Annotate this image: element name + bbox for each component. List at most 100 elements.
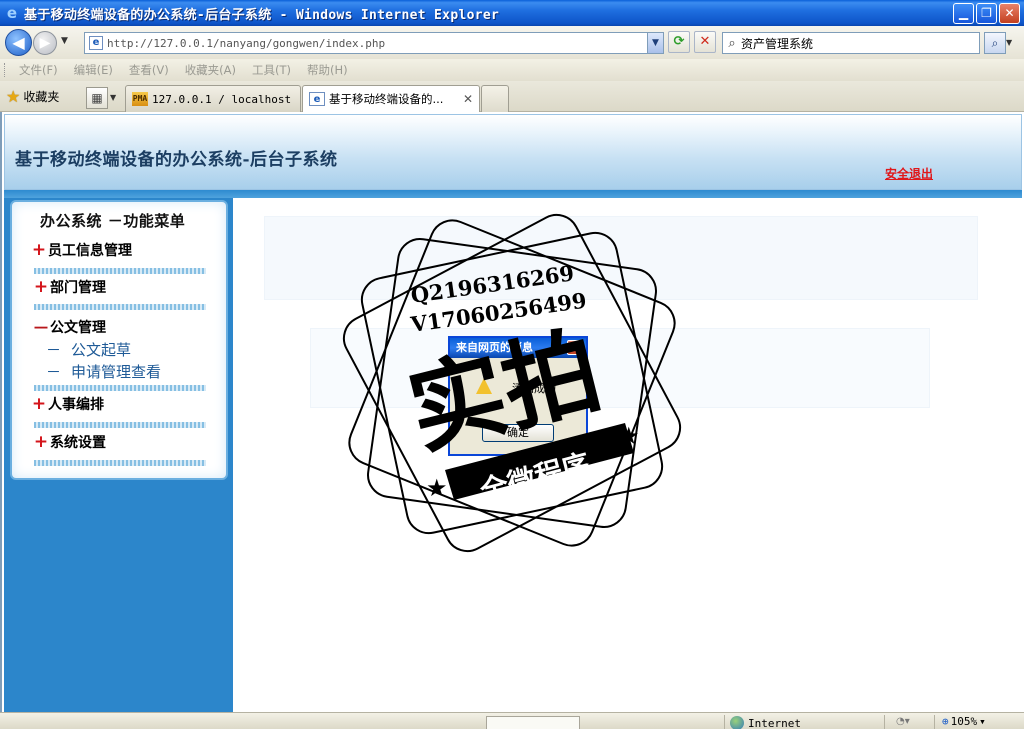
- close-tab-icon[interactable]: ✕: [463, 92, 473, 106]
- dialog-close-button[interactable]: ✕: [567, 340, 583, 355]
- menu-bar: 文件(F) 编辑(E) 查看(V) 收藏夹(A) 工具(T) 帮助(H): [0, 59, 1024, 81]
- search-input[interactable]: [741, 36, 979, 50]
- star-icon: ★: [6, 87, 21, 106]
- search-box[interactable]: ⌕: [722, 32, 980, 54]
- menu-item-label: 人事编排: [48, 397, 104, 413]
- tab-office-system[interactable]: e 基于移动终端设备的... ✕: [302, 85, 480, 112]
- tab-list-dropdown-icon[interactable]: ▼: [110, 87, 122, 109]
- warning-icon: [476, 378, 492, 394]
- plus-icon: +: [33, 432, 49, 452]
- quick-tabs-button[interactable]: ▦: [86, 87, 108, 109]
- page-icon: e: [89, 36, 103, 50]
- security-zone[interactable]: Internet: [730, 716, 801, 729]
- zoom-level: 105%: [950, 715, 978, 728]
- tab-phpmyadmin[interactable]: PMA 127.0.0.1 / localhost ...: [125, 85, 301, 112]
- minus-icon: －: [32, 319, 50, 339]
- favorites-label: 收藏夹: [23, 90, 60, 104]
- page-icon: e: [309, 92, 325, 106]
- status-separator: [724, 715, 725, 729]
- submenu-label: 申请管理查看: [71, 363, 162, 381]
- menu-tools[interactable]: 工具(T): [252, 62, 291, 78]
- menu-item-settings[interactable]: + 系统设置: [32, 432, 106, 452]
- forward-button[interactable]: ▶: [33, 31, 57, 55]
- menu-item-employee[interactable]: + 员工信息管理: [30, 240, 132, 260]
- favorites-button[interactable]: ★ 收藏夹: [6, 87, 59, 106]
- content-form-area: [310, 328, 930, 408]
- tab-bar: ★ 收藏夹 ▦ ▼ PMA 127.0.0.1 / localhost ... …: [0, 81, 1024, 112]
- globe-icon: [730, 716, 744, 729]
- function-menu: 办公系统 －功能菜单 + 员工信息管理 + 部门管理 － 公文管理 －公文起草 …: [10, 200, 228, 480]
- sidebar: 办公系统 －功能菜单 + 员工信息管理 + 部门管理 － 公文管理 －公文起草 …: [4, 198, 233, 712]
- refresh-button[interactable]: ⟳: [668, 31, 690, 53]
- window-title-bar: e 基于移动终端设备的办公系统-后台子系统 - Windows Internet…: [0, 0, 1024, 26]
- search-button[interactable]: ⌕: [984, 32, 1006, 54]
- dash-icon: －: [46, 341, 62, 359]
- zoom-control[interactable]: ⊕ 105% ▾: [942, 715, 986, 728]
- menu-divider: [34, 268, 206, 274]
- menu-view[interactable]: 查看(V): [129, 62, 169, 78]
- dialog-title: 来自网页的消息 ✕: [450, 338, 586, 358]
- history-dropdown-icon[interactable]: ▼: [61, 36, 68, 46]
- menu-edit[interactable]: 编辑(E): [74, 62, 113, 78]
- window-title: 基于移动终端设备的办公系统-后台子系统 - Windows Internet E…: [24, 7, 500, 23]
- search-options-icon[interactable]: ▼: [1006, 32, 1018, 54]
- menu-divider: [34, 304, 206, 310]
- navigation-bar: ◀ ▶ ▼ e ▼ ⟳ ✕ ⌕ ⌕ ▼: [0, 26, 1024, 59]
- address-dropdown-icon[interactable]: ▼: [647, 33, 663, 53]
- menu-item-document[interactable]: － 公文管理: [32, 314, 107, 339]
- plus-icon: +: [31, 394, 47, 414]
- dialog-ok-button[interactable]: 确定: [482, 424, 554, 442]
- header-band: [4, 190, 1022, 198]
- tab-label: 127.0.0.1 / localhost ...: [152, 92, 300, 106]
- menu-divider: [34, 422, 206, 428]
- menu-file[interactable]: 文件(F): [19, 62, 58, 78]
- dialog-message: 添加成功: [512, 382, 556, 395]
- menu-help[interactable]: 帮助(H): [307, 62, 348, 78]
- page-viewport: 基于移动终端设备的办公系统-后台子系统 安全退出 办公系统 －功能菜单 + 员工…: [0, 112, 1024, 712]
- logout-link[interactable]: 安全退出: [885, 165, 933, 182]
- zoom-icon: ⊕: [942, 715, 949, 728]
- menu-item-label: 员工信息管理: [48, 243, 132, 259]
- pma-icon: PMA: [132, 92, 148, 106]
- search-engine-icon: ⌕: [728, 35, 736, 51]
- dialog-title-text: 来自网页的消息: [456, 341, 533, 354]
- protected-mode-icon[interactable]: ◔▾: [896, 716, 910, 728]
- tab-label: 基于移动终端设备的...: [329, 92, 444, 106]
- plus-icon: +: [33, 277, 49, 297]
- stop-button[interactable]: ✕: [694, 31, 716, 53]
- status-separator: [934, 715, 935, 729]
- minimize-button[interactable]: ▁: [953, 3, 974, 24]
- window-controls: ▁ ❐ ✕: [953, 3, 1020, 24]
- toolbar-grip: [4, 63, 7, 77]
- zoom-dropdown-icon: ▾: [979, 715, 986, 728]
- status-bar: Internet ◔▾ ⊕ 105% ▾: [0, 712, 1024, 729]
- submenu-item-doc-draft[interactable]: － 公文起草: [46, 339, 131, 360]
- address-bar[interactable]: e ▼: [84, 32, 664, 54]
- zone-label: Internet: [748, 716, 801, 729]
- url-input[interactable]: [107, 36, 647, 50]
- submenu-label: 公文起草: [71, 341, 132, 359]
- new-tab-button[interactable]: [481, 85, 509, 112]
- plus-icon: +: [31, 240, 47, 260]
- menu-item-personnel[interactable]: + 人事编排: [30, 394, 104, 414]
- app-header: 基于移动终端设备的办公系统-后台子系统 安全退出: [4, 114, 1022, 190]
- menu-item-department[interactable]: + 部门管理: [32, 277, 106, 297]
- status-separator: [884, 715, 885, 729]
- ie-logo-icon: e: [6, 4, 18, 22]
- status-progress-field: [486, 716, 580, 729]
- menu-divider: [34, 460, 206, 466]
- content-panel: [264, 216, 978, 300]
- main-content: 来自网页的消息 ✕ 添加成功 确定: [234, 198, 1022, 712]
- menu-item-label: 系统设置: [50, 435, 106, 451]
- menu-divider: [34, 385, 206, 391]
- menu-item-label: 公文管理: [50, 319, 106, 336]
- maximize-button[interactable]: ❐: [976, 3, 997, 24]
- menu-item-label: 部门管理: [50, 280, 106, 296]
- back-button[interactable]: ◀: [5, 29, 32, 56]
- submenu-item-doc-apply[interactable]: － 申请管理查看: [46, 361, 161, 382]
- menu-favorites[interactable]: 收藏夹(A): [185, 62, 236, 78]
- close-window-button[interactable]: ✕: [999, 3, 1020, 24]
- app-title: 基于移动终端设备的办公系统-后台子系统: [15, 150, 338, 170]
- dash-icon: －: [46, 363, 62, 381]
- menu-title: 办公系统 －功能菜单: [40, 212, 186, 230]
